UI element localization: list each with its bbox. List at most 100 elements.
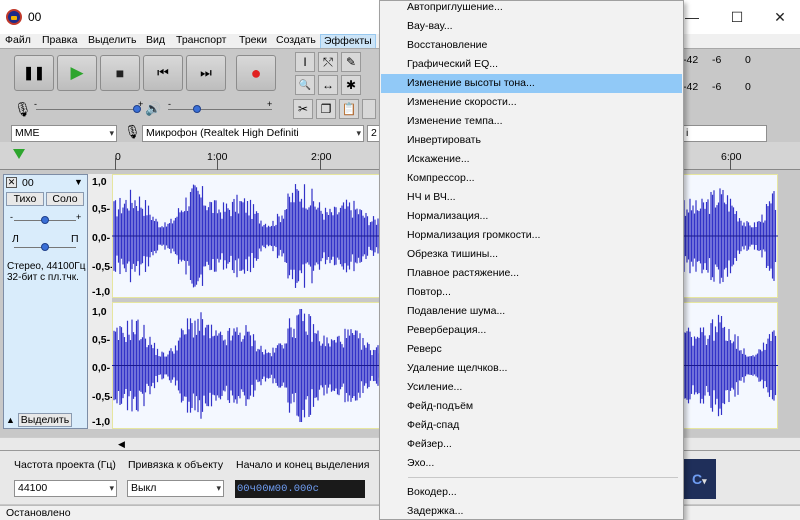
trim-button[interactable] (362, 99, 376, 119)
effect-menu-item[interactable]: Изменение темпа... (381, 112, 682, 131)
meter-tick-42: -42 (683, 54, 699, 66)
zoom-tool-button[interactable]: 🔍 (295, 75, 315, 95)
effect-menu-item[interactable]: Вокодер... (381, 483, 682, 502)
project-rate-select[interactable]: 44100 ▾ (14, 480, 117, 497)
mute-button[interactable]: Тихо (6, 192, 44, 206)
effect-menu-item[interactable]: Задержка... (381, 502, 682, 520)
pan-thumb[interactable] (41, 243, 49, 251)
meter-tick-6b: -6 (712, 81, 722, 93)
skip-to-start-button[interactable]: ⏮ (143, 55, 183, 91)
skip-to-end-button[interactable]: ⏭ (186, 55, 226, 91)
track-control-panel: ✕ 00 ▼ Тихо Соло - + Л П Стерео, 44100Гц… (3, 174, 88, 429)
meter-tick-6: -6 (712, 54, 722, 66)
menu-generate[interactable]: Создать (273, 34, 319, 47)
cut-button[interactable]: ✂ (293, 99, 313, 119)
menu-file[interactable]: Файл (2, 34, 34, 47)
effect-menu-item[interactable]: Фейзер... (381, 435, 682, 454)
selection-range-label: Начало и конец выделения (236, 459, 370, 471)
close-track-icon[interactable]: ✕ (6, 177, 17, 188)
effect-menu-item[interactable]: Искажение... (381, 150, 682, 169)
effect-menu-item[interactable]: Усиление... (381, 378, 682, 397)
snap-to-select[interactable]: Выкл ▾ (127, 480, 224, 497)
playback-volume-slider[interactable] (168, 109, 272, 110)
effect-menu-item[interactable]: Эхо... (381, 454, 682, 473)
solo-button[interactable]: Соло (46, 192, 84, 206)
effect-menu-item[interactable]: Вау-вау... (381, 17, 682, 36)
effect-menu-item[interactable]: Подавление шума... (381, 302, 682, 321)
scale-label: 0,0- (92, 232, 111, 244)
meter-tick-0: 0 (745, 54, 751, 66)
pencil-icon: ✎ (345, 55, 357, 69)
effect-menu-item[interactable]: Графический EQ... (381, 55, 682, 74)
record-button[interactable]: ● (236, 55, 276, 91)
pause-button[interactable]: ❚❚ (14, 55, 54, 91)
effect-menu-item[interactable]: Инвертировать (381, 131, 682, 150)
select-track-button[interactable]: Выделить (18, 413, 72, 427)
effect-menu-item[interactable]: НЧ и ВЧ... (381, 188, 682, 207)
effect-menu-item[interactable]: Обрезка тишины... (381, 245, 682, 264)
effect-menu-item[interactable]: Компрессор... (381, 169, 682, 188)
recording-volume-slider[interactable] (36, 109, 140, 110)
scale-label: 0,0- (92, 362, 111, 374)
effect-menu-item[interactable]: Фейд-подъём (381, 397, 682, 416)
audio-position-time[interactable]: С▾ (684, 459, 716, 499)
scale-label: -0,5- (92, 391, 114, 403)
play-button[interactable]: ▶ (57, 55, 97, 91)
close-button[interactable]: ✕ (768, 6, 792, 28)
selection-tool-button[interactable]: I (295, 52, 315, 72)
effect-menu-item[interactable]: Автоприглушение... (381, 0, 682, 17)
track-name[interactable]: 00 (22, 177, 34, 189)
status-text: Остановлено (6, 507, 71, 519)
menu-view[interactable]: Вид (143, 34, 168, 47)
copy-button[interactable]: ❐ (316, 99, 336, 119)
menu-select[interactable]: Выделить (85, 34, 139, 47)
maximize-button[interactable]: ☐ (725, 6, 749, 28)
effect-menu-item[interactable]: Изменение скорости... (381, 93, 682, 112)
multi-tool-button[interactable]: ✱ (341, 75, 361, 95)
effect-menu-item[interactable]: Плавное растяжение... (381, 264, 682, 283)
microphone-icon: 🎙 (14, 101, 32, 117)
stop-button[interactable]: ■ (100, 55, 140, 91)
effect-menu-item[interactable]: Восстановление (381, 36, 682, 55)
timeshift-tool-button[interactable]: ↔ (318, 75, 338, 95)
rec-volume-plus: + (138, 99, 144, 109)
scale-label: -0,5- (92, 261, 114, 273)
chevron-down-icon: ▾ (216, 483, 221, 493)
selection-start-time[interactable]: 00ч00м00.000с (235, 480, 365, 498)
scale-label-top: 1,0 (92, 176, 107, 188)
audio-host-select[interactable]: MME ▾ (11, 125, 117, 142)
draw-tool-button[interactable]: ✎ (341, 52, 361, 72)
playback-volume-thumb[interactable] (193, 105, 201, 113)
pan-right-label: П (71, 233, 79, 245)
chevron-down-icon: ▾ (356, 128, 361, 138)
effect-menu-item[interactable]: Удаление щелчков... (381, 359, 682, 378)
menu-transport[interactable]: Транспорт (173, 34, 230, 47)
collapse-track-icon[interactable]: ▲ (6, 415, 15, 425)
menu-edit[interactable]: Правка (39, 34, 80, 47)
menu-tracks[interactable]: Треки (236, 34, 270, 47)
ruler-tick-2: 2:00 (311, 151, 332, 163)
scroll-left-icon[interactable]: ◀ (118, 439, 125, 450)
effect-menu-item[interactable]: Реверс (381, 340, 682, 359)
chevron-down-icon: ▾ (702, 476, 707, 486)
rec-volume-minus: - (34, 99, 37, 109)
effect-menu-item[interactable]: Нормализация громкости... (381, 226, 682, 245)
effect-menu-item[interactable]: Фейд-спад (381, 416, 682, 435)
window-title: 00 (28, 10, 42, 24)
meter-tick-42b: -42 (683, 81, 699, 93)
recording-device-select[interactable]: Микрофон (Realtek High Definiti ▾ (142, 125, 364, 142)
effect-menu-item[interactable]: Реверберация... (381, 321, 682, 340)
effect-menu-item[interactable]: Нормализация... (381, 207, 682, 226)
copy-icon: ❐ (320, 102, 332, 116)
paste-button[interactable]: 📋 (339, 99, 359, 119)
effect-menu-item[interactable]: Повтор... (381, 283, 682, 302)
envelope-tool-button[interactable]: ⤲ (318, 52, 338, 72)
menu-effects[interactable]: Эффекты (320, 34, 376, 49)
playback-device-select[interactable]: i (682, 125, 767, 142)
scale-label: 1,0 (92, 306, 107, 318)
effect-menu-item[interactable]: Изменение высоты тона... (381, 74, 682, 93)
track-menu-chevron-icon[interactable]: ▼ (74, 177, 83, 187)
track-format-info: Стерео, 44100Гц (7, 261, 86, 272)
gain-thumb[interactable] (41, 216, 49, 224)
project-rate-label: Частота проекта (Гц) (14, 459, 116, 471)
